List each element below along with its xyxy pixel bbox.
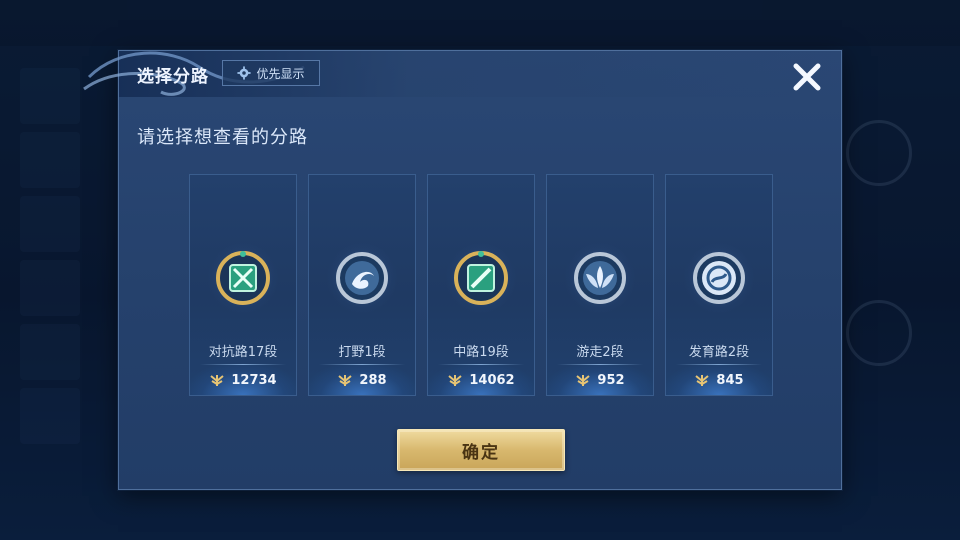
confirm-button[interactable]: 确定	[397, 429, 565, 471]
lane-card-points-value: 14062	[469, 372, 515, 388]
farm-lane-icon	[684, 243, 754, 313]
gear-icon	[237, 66, 252, 80]
clash-lane-icon	[208, 243, 278, 313]
roam-icon	[565, 243, 635, 313]
lane-card-label: 对抗路17段	[208, 345, 278, 360]
lane-card-points: 952	[547, 365, 653, 395]
close-button[interactable]	[787, 57, 827, 97]
lane-card-label: 发育路2段	[688, 345, 750, 360]
points-icon	[576, 375, 591, 386]
lane-card-points-value: 288	[359, 372, 387, 388]
lane-card-label: 游走2段	[576, 345, 624, 360]
priority-display-button[interactable]: 优先显示	[222, 60, 320, 86]
lane-card-mid[interactable]: 中路19段 14062	[427, 174, 535, 396]
lane-card-farm[interactable]: 发育路2段 845	[665, 174, 773, 396]
lane-card-list: 对抗路17段 12734 打野1段 288 中路19段 14062 游走2段 9…	[189, 174, 773, 396]
jungle-icon	[327, 243, 397, 313]
lane-select-dialog: 选择分路 优先显示 请选择想查看的分路 对抗路17段 12734 打野1段 28…	[83, 50, 842, 490]
lane-card-points: 845	[666, 365, 772, 395]
points-icon	[695, 375, 710, 386]
mid-lane-icon	[446, 243, 516, 313]
priority-display-label: 优先显示	[256, 66, 305, 81]
lane-card-points: 14062	[428, 365, 534, 395]
dialog-subtitle: 请选择想查看的分路	[137, 127, 308, 148]
points-icon	[448, 375, 463, 386]
lane-card-label: 中路19段	[453, 345, 509, 360]
lane-card-points-value: 845	[716, 372, 744, 388]
lane-card-points-value: 952	[597, 372, 625, 388]
points-icon	[210, 375, 225, 386]
lane-card-points: 288	[309, 365, 415, 395]
dialog-title: 选择分路	[137, 67, 209, 87]
lane-card-roam[interactable]: 游走2段 952	[546, 174, 654, 396]
lane-card-label: 打野1段	[338, 345, 386, 360]
lane-card-jungle[interactable]: 打野1段 288	[308, 174, 416, 396]
lane-card-clash[interactable]: 对抗路17段 12734	[189, 174, 297, 396]
lane-card-points: 12734	[190, 365, 296, 395]
points-icon	[338, 375, 353, 386]
lane-card-points-value: 12734	[231, 372, 277, 388]
close-icon	[793, 63, 821, 91]
